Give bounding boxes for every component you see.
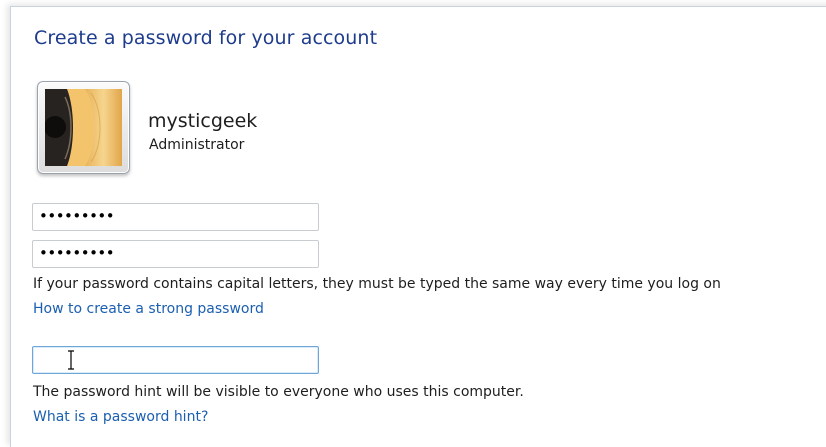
confirm-password-value: •••••••••	[39, 244, 115, 262]
password-hint-note: The password hint will be visible to eve…	[33, 384, 524, 400]
guitar-avatar-icon	[45, 89, 122, 166]
password-hint-field[interactable]	[32, 346, 319, 374]
user-avatar	[37, 81, 130, 174]
confirm-password-field[interactable]: •••••••••	[32, 240, 319, 268]
page-title: Create a password for your account	[34, 27, 378, 49]
password-hint-help-link[interactable]: What is a password hint?	[33, 409, 208, 425]
text-cursor-icon	[68, 350, 74, 370]
new-password-field[interactable]: •••••••••	[32, 203, 319, 231]
account-username: mysticgeek	[148, 110, 258, 132]
new-password-value: •••••••••	[39, 207, 115, 225]
capital-letters-note: If your password contains capital letter…	[33, 276, 721, 292]
account-role: Administrator	[149, 137, 245, 153]
strong-password-link[interactable]: How to create a strong password	[33, 301, 264, 317]
